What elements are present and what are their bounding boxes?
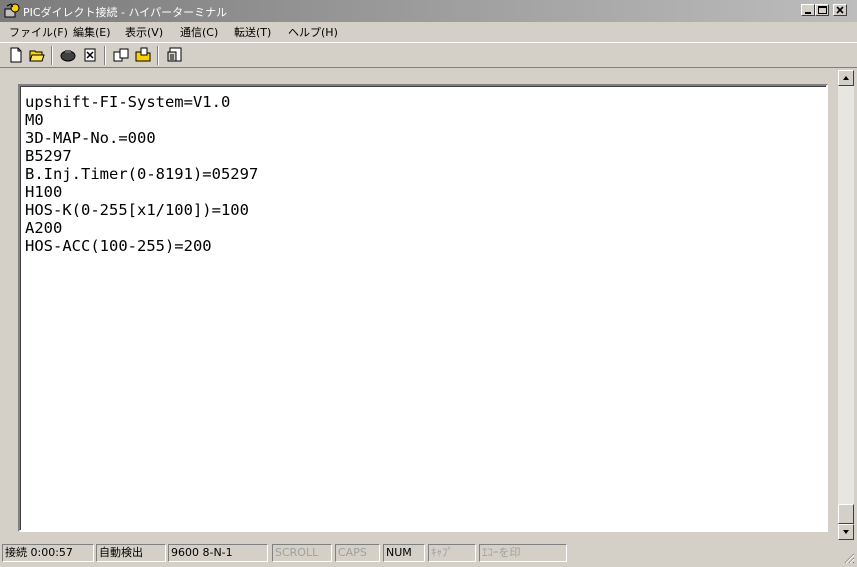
send-file-icon[interactable] <box>111 46 131 65</box>
resize-grip-icon[interactable] <box>843 552 855 564</box>
vertical-scrollbar[interactable] <box>838 70 854 540</box>
toolbar-separator <box>104 46 106 65</box>
menu-edit[interactable]: 編集(E) <box>73 24 111 40</box>
scroll-down-button[interactable] <box>838 524 854 540</box>
status-bar: 接続 0:00:57 自動検出 9600 8-N-1 SCROLL CAPS N… <box>0 542 857 566</box>
toolbar <box>0 42 857 68</box>
terminal-line: HOS-K(0-255[x1/100])=100 <box>25 201 249 219</box>
terminal-output: upshift-FI-System=V1.0 M0 3D-MAP-No.=000… <box>25 93 258 255</box>
toolbar-separator <box>157 46 159 65</box>
terminal-window[interactable]: upshift-FI-System=V1.0 M0 3D-MAP-No.=000… <box>18 84 828 532</box>
minimize-button[interactable] <box>801 4 815 16</box>
scroll-thumb[interactable] <box>838 504 854 524</box>
close-button[interactable] <box>833 4 847 16</box>
status-num: NUM <box>383 544 425 562</box>
title-bar[interactable]: PICダイレクト接続 - ハイパーターミナル <box>0 0 857 22</box>
status-port-settings: 9600 8-N-1 <box>168 544 268 562</box>
receive-file-icon[interactable] <box>133 46 153 65</box>
status-connected-time: 接続 0:00:57 <box>2 544 94 562</box>
terminal-line: B.Inj.Timer(0-8191)=05297 <box>25 165 259 183</box>
menu-bar: ファイル(F) 編集(E) 表示(V) 通信(C) 転送(T) ヘルプ(H) <box>0 22 857 41</box>
disconnect-icon[interactable] <box>80 46 100 65</box>
status-echo: ｴｺｰを印 <box>479 544 567 562</box>
terminal-line: HOS-ACC(100-255)=200 <box>25 237 212 255</box>
menu-file[interactable]: ファイル(F) <box>9 24 68 40</box>
terminal-line: upshift-FI-System=V1.0 <box>25 93 231 111</box>
scroll-up-button[interactable] <box>838 70 854 86</box>
terminal-line: H100 <box>25 183 63 201</box>
menu-view[interactable]: 表示(V) <box>125 24 163 40</box>
status-caps: CAPS <box>335 544 380 562</box>
window-title: PICダイレクト接続 - ハイパーターミナル <box>23 6 228 19</box>
menu-help[interactable]: ヘルプ(H) <box>288 24 338 40</box>
terminal-line: B5297 <box>25 147 72 165</box>
terminal-line: 3D-MAP-No.=000 <box>25 129 156 147</box>
terminal-line: A200 <box>25 219 63 237</box>
menu-call[interactable]: 通信(C) <box>180 24 218 40</box>
properties-icon[interactable] <box>165 46 185 65</box>
open-folder-icon[interactable] <box>27 46 47 65</box>
hyperterminal-icon[interactable] <box>4 3 20 19</box>
connect-phone-icon[interactable] <box>58 46 78 65</box>
maximize-button[interactable] <box>815 4 829 16</box>
status-capture: ｷｬﾌﾟ <box>428 544 476 562</box>
new-file-icon[interactable] <box>6 46 26 65</box>
terminal-area: upshift-FI-System=V1.0 M0 3D-MAP-No.=000… <box>2 70 837 540</box>
toolbar-separator <box>51 46 53 65</box>
status-scroll: SCROLL <box>272 544 332 562</box>
status-detect: 自動検出 <box>96 544 166 562</box>
terminal-line: M0 <box>25 111 44 129</box>
menu-transfer[interactable]: 転送(T) <box>234 24 271 40</box>
